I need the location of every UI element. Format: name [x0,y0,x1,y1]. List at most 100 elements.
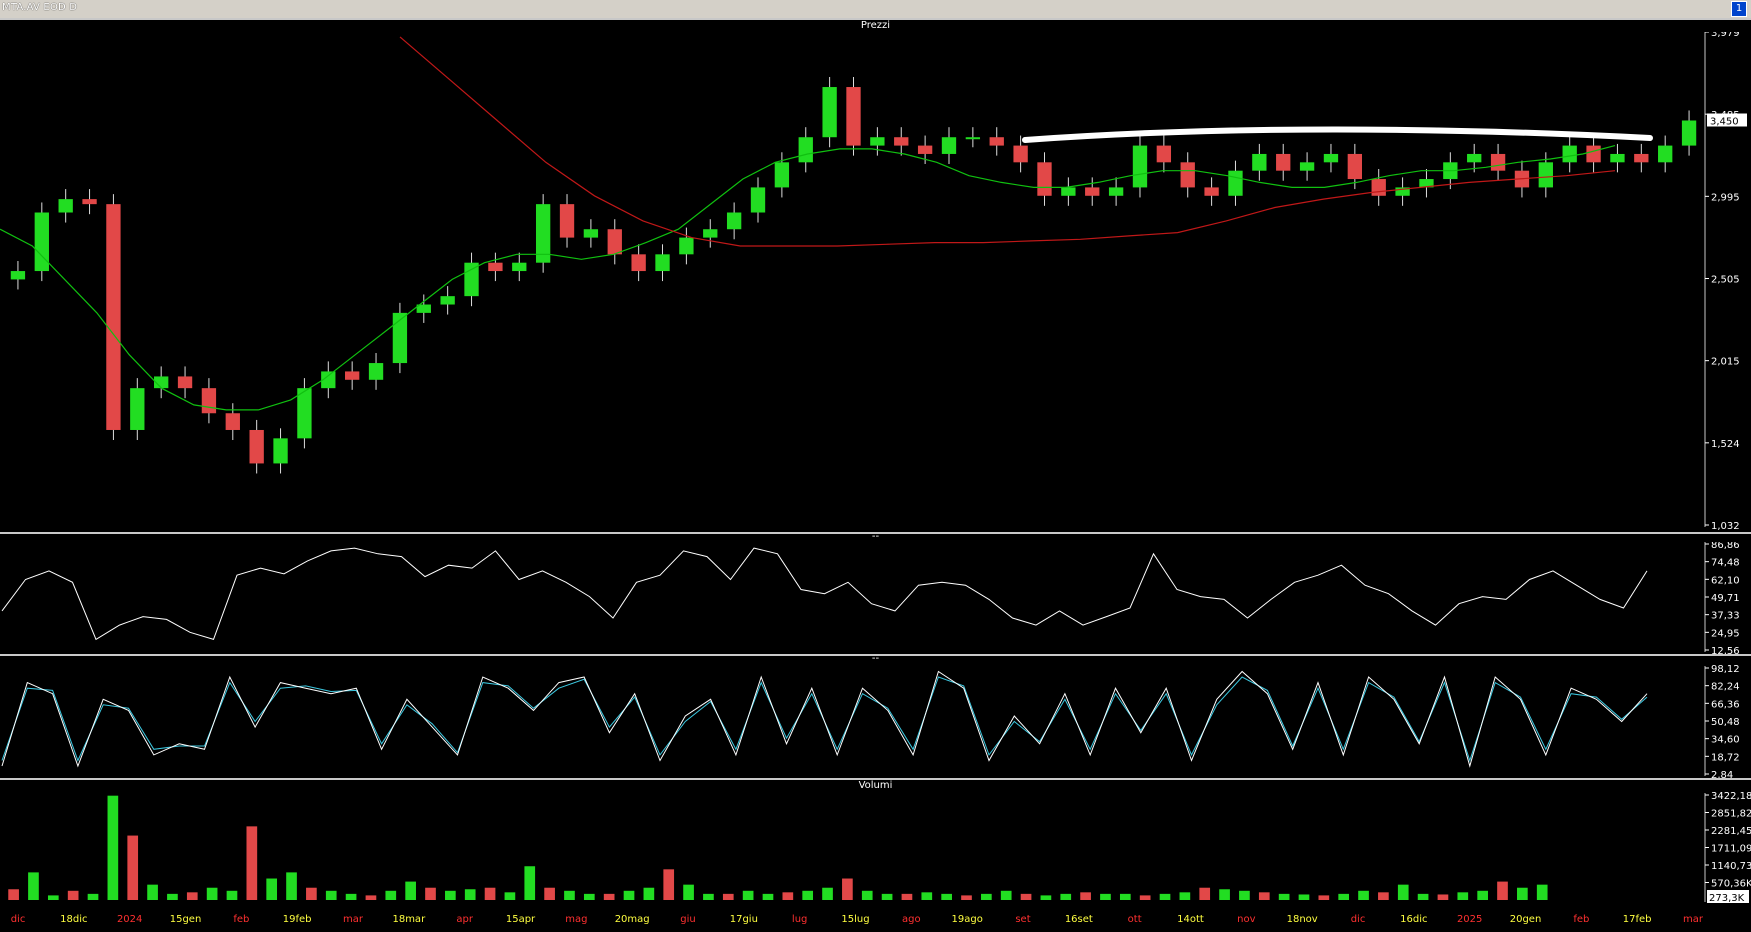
candle-body [1586,145,1601,163]
candle-body [989,137,1004,146]
volume-bar [385,890,397,900]
y-tick-label: 570,36K [1711,879,1751,890]
volume-bar [524,866,536,900]
candle-body [440,296,455,305]
volume-bar [722,893,734,900]
candle-body [177,376,193,389]
window-button[interactable]: 1 [1731,1,1747,17]
y-tick-label: 98,12 [1711,664,1740,675]
volume-bar [1457,892,1469,900]
candle-body [846,87,861,146]
y-tick-label: 2,015 [1711,357,1740,368]
volume-bar [981,893,992,900]
volume-bar [941,893,952,900]
candle-body [1323,153,1339,163]
volume-bar [1397,884,1409,900]
volume-bar [226,890,238,900]
candle-body [822,87,837,138]
candle-body [1658,145,1673,163]
x-tick-label: 16set [1065,914,1093,925]
volume-bar [1119,893,1131,900]
volume-bar [1199,887,1211,900]
volume-panel-header: Volumi [0,778,1751,792]
volume-bar [345,893,357,900]
candle-body [368,363,384,380]
volume-bar [1437,894,1449,900]
candle-body [1013,145,1028,163]
resistance-stroke [1022,126,1653,143]
y-tick-label: 3422,18K [1711,791,1751,802]
candle-body [1061,187,1076,196]
volume-bar [286,872,297,900]
volume-bar [1179,892,1191,900]
candle-body [34,212,49,272]
candle-body [679,237,694,255]
volume-bar [802,890,814,900]
y-tick-label: 74,48 [1711,558,1740,569]
volume-bar [1417,893,1429,900]
volume-bar [1318,895,1330,900]
candle-body [1681,120,1697,146]
x-tick-label: 2024 [117,914,142,925]
volume-bar [405,881,416,900]
volume-bar [961,895,972,900]
candle-body [1156,145,1172,163]
y-tick-label: 2281,45K [1711,826,1751,837]
stoch-panel-header[interactable]: -- [0,654,1751,664]
window-title: MTA.AV EOD D [2,2,78,13]
rsi-panel-header[interactable]: -- [0,532,1751,542]
volume-bar [583,893,595,900]
volume-bar [921,892,933,900]
x-tick-label: ago [902,914,921,925]
volume-bar [1278,893,1290,900]
x-tick-label: mar [343,914,364,925]
volume-bar [1378,892,1389,900]
candle-body [941,137,957,154]
volume-bar [425,887,436,900]
volume-bar [1159,893,1171,900]
volume-bar [1139,895,1151,900]
candle-body [750,187,766,213]
volume-bar [28,872,39,900]
y-tick-label: 82,24 [1711,682,1740,693]
candle-body [965,137,981,140]
volume-bar [782,892,794,900]
volume-bar [881,893,893,900]
y-tick-label: 18,72 [1711,752,1740,763]
x-tick-label: 18mar [392,914,426,925]
volume-bar [484,887,496,900]
volume-bar [861,890,873,900]
y-tick-label: 62,10 [1711,575,1740,586]
x-tick-label: 20gen [1510,914,1542,925]
candle-body [1490,153,1506,171]
candle-body [774,162,790,188]
volume-bar [306,887,317,900]
candle-body [1371,179,1386,196]
x-tick-label: 14ott [1177,914,1204,925]
volume-bar [167,893,178,900]
candle-body [273,438,288,464]
x-tick-label: giu [680,914,695,925]
volume-bar [1060,893,1072,900]
y-tick-label: 37,33 [1711,611,1740,622]
candle-body [512,262,527,272]
y-tick-label: 2,505 [1711,275,1740,286]
x-tick-label: nov [1237,914,1255,925]
x-tick-label: 17giu [730,914,758,925]
volume-bar [206,887,218,900]
candle-body [870,137,885,146]
volume-bar [67,890,79,900]
candle-body [1252,153,1267,171]
volume-bar [742,890,754,900]
volume-bar [663,869,675,900]
y-tick-label: 50,48 [1711,717,1740,728]
last-price-label: 3,450 [1710,116,1739,127]
x-tick-label: 16dic [1400,914,1427,925]
volume-bar [762,893,774,900]
volume-bar [1497,881,1508,900]
candle-body [1180,162,1195,188]
volume-bar [464,889,476,900]
rsi-line [1,547,1648,641]
volume-bar [445,890,456,900]
x-tick-label: dic [1351,914,1366,925]
